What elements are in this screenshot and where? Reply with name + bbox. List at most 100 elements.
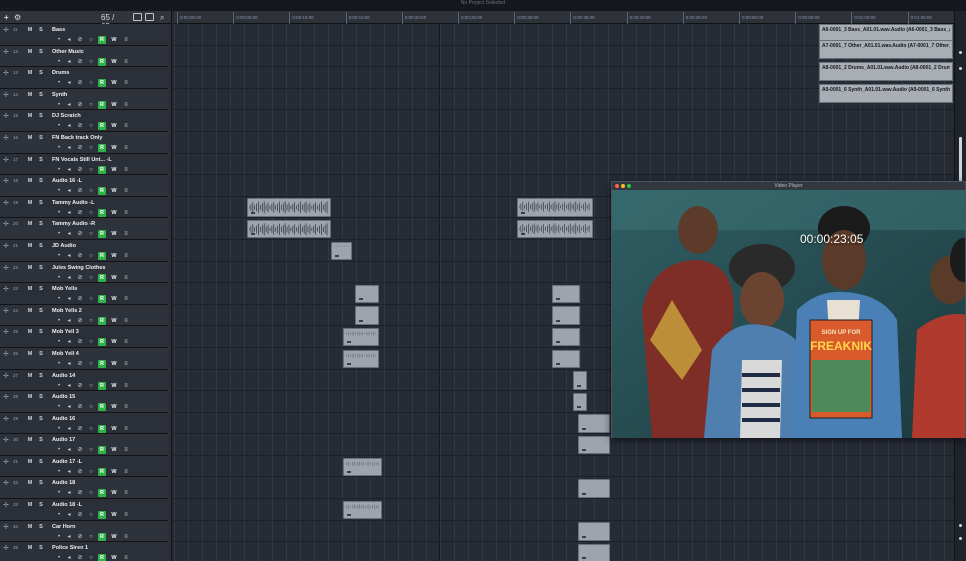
solo-button[interactable]: S — [37, 501, 45, 509]
write-automation-button[interactable]: W — [110, 187, 118, 195]
track-row[interactable]: ✛ 32 M S Audio 18 • ◂ ⊘ ○ R W ≡ — [0, 477, 168, 500]
audio-clip[interactable] — [552, 349, 580, 369]
clip-fade-handle[interactable] — [582, 449, 586, 452]
input-icon[interactable]: ○ — [87, 144, 95, 152]
read-automation-button[interactable]: R — [98, 489, 106, 498]
solo-button[interactable]: S — [37, 372, 45, 380]
input-icon[interactable]: ○ — [87, 36, 95, 44]
track-name[interactable]: Audio 17 — [52, 436, 162, 444]
track-type-icon[interactable]: ✛ — [3, 373, 13, 381]
phase-icon[interactable]: ⊘ — [76, 554, 84, 561]
track-type-icon[interactable]: ✛ — [3, 265, 13, 273]
input-icon[interactable]: ○ — [87, 187, 95, 195]
track-name[interactable]: Audio 16 -L — [52, 177, 162, 185]
track-type-icon[interactable]: ✛ — [3, 70, 13, 78]
write-automation-button[interactable]: W — [110, 274, 118, 282]
zoom-dot[interactable] — [959, 51, 962, 54]
track-type-icon[interactable]: ✛ — [3, 221, 13, 229]
phase-icon[interactable]: ⊘ — [76, 468, 84, 476]
mute-button[interactable]: M — [26, 328, 34, 336]
edit-channel-icon[interactable]: ≡ — [122, 36, 130, 44]
input-icon[interactable]: ○ — [87, 252, 95, 260]
phase-icon[interactable]: ⊘ — [76, 403, 84, 411]
write-automation-button[interactable]: W — [110, 144, 118, 152]
listen-icon[interactable]: ◂ — [65, 230, 73, 238]
monitor-icon[interactable]: • — [55, 166, 63, 174]
mute-button[interactable]: M — [26, 112, 34, 120]
listen-icon[interactable]: ◂ — [65, 58, 73, 66]
input-icon[interactable]: ○ — [87, 101, 95, 109]
solo-button[interactable]: S — [37, 436, 45, 444]
write-automation-button[interactable]: W — [110, 425, 118, 433]
write-automation-button[interactable]: W — [110, 382, 118, 390]
mute-button[interactable]: M — [26, 415, 34, 423]
edit-channel-icon[interactable]: ≡ — [122, 144, 130, 152]
monitor-icon[interactable]: • — [55, 317, 63, 325]
input-icon[interactable]: ○ — [87, 58, 95, 66]
track-type-icon[interactable]: ✛ — [3, 178, 13, 186]
phase-icon[interactable]: ⊘ — [76, 166, 84, 174]
search-icon[interactable]: ⌕ — [160, 13, 169, 22]
monitor-icon[interactable]: • — [55, 101, 63, 109]
solo-button[interactable]: S — [37, 156, 45, 164]
phase-icon[interactable]: ⊘ — [76, 230, 84, 238]
track-type-icon[interactable]: ✛ — [3, 459, 13, 467]
solo-button[interactable]: S — [37, 264, 45, 272]
clip-fade-handle[interactable] — [251, 233, 255, 236]
mute-button[interactable]: M — [26, 177, 34, 185]
monitor-icon[interactable]: • — [55, 554, 63, 561]
track-row[interactable]: ✛ 33 M S Audio 18 -L • ◂ ⊘ ○ R W ≡ — [0, 499, 168, 521]
edit-channel-icon[interactable]: ≡ — [122, 317, 130, 325]
phase-icon[interactable]: ⊘ — [76, 533, 84, 541]
track-name[interactable]: Tammy Audio -R — [52, 220, 162, 228]
audio-clip[interactable]: A9-0001_6 Synth_A01.01.wav.Audio (A9-000… — [819, 84, 953, 103]
edit-channel-icon[interactable]: ≡ — [122, 209, 130, 217]
edit-channel-icon[interactable]: ≡ — [122, 252, 130, 260]
add-track-button[interactable]: + — [4, 13, 13, 22]
track-name[interactable]: Synth — [52, 91, 162, 99]
monitor-icon[interactable]: • — [55, 230, 63, 238]
monitor-icon[interactable]: • — [55, 209, 63, 217]
phase-icon[interactable]: ⊘ — [76, 382, 84, 390]
track-row[interactable]: ✛ 17 M S FN Vocals Still Unt... -L • ◂ ⊘ ○ R W ≡ — [0, 153, 168, 176]
listen-icon[interactable]: ◂ — [65, 166, 73, 174]
track-type-icon[interactable]: ✛ — [3, 416, 13, 424]
track-presets-icon[interactable]: ⚙ — [14, 13, 24, 22]
write-automation-button[interactable]: W — [110, 230, 118, 238]
track-lane[interactable] — [174, 521, 954, 543]
audio-clip[interactable] — [517, 198, 593, 217]
edit-channel-icon[interactable]: ≡ — [122, 425, 130, 433]
monitor-icon[interactable]: • — [55, 511, 63, 519]
clip-fade-handle[interactable] — [335, 255, 339, 258]
solo-button[interactable]: S — [37, 350, 45, 358]
phase-icon[interactable]: ⊘ — [76, 295, 84, 303]
read-automation-button[interactable]: R — [98, 251, 106, 260]
edit-channel-icon[interactable]: ≡ — [122, 403, 130, 411]
clip-fade-handle[interactable] — [347, 471, 351, 474]
mute-button[interactable]: M — [26, 69, 34, 77]
track-name[interactable]: Mob Yells — [52, 285, 162, 293]
track-row[interactable]: ✛ 13 M S Drums • ◂ ⊘ ○ R W ≡ — [0, 67, 168, 89]
input-icon[interactable]: ○ — [87, 446, 95, 454]
edit-channel-icon[interactable]: ≡ — [122, 122, 130, 130]
monitor-icon[interactable]: • — [55, 338, 63, 346]
audio-clip[interactable] — [343, 457, 382, 477]
clip-fade-handle[interactable] — [556, 298, 560, 301]
listen-icon[interactable]: ◂ — [65, 468, 73, 476]
mute-button[interactable]: M — [26, 285, 34, 293]
read-automation-button[interactable]: R — [98, 381, 106, 390]
track-type-icon[interactable]: ✛ — [3, 308, 13, 316]
monitor-icon[interactable]: • — [55, 360, 63, 368]
track-row[interactable]: ✛ 25 M S Mob Yell 3 • ◂ ⊘ ○ R W ≡ — [0, 326, 168, 348]
solo-button[interactable]: S — [37, 199, 45, 207]
write-automation-button[interactable]: W — [110, 468, 118, 476]
input-icon[interactable]: ○ — [87, 122, 95, 130]
read-automation-button[interactable]: R — [98, 338, 106, 347]
read-automation-button[interactable]: R — [98, 187, 106, 196]
track-visibility-icon[interactable] — [133, 13, 142, 21]
clip-fade-handle[interactable] — [521, 211, 525, 214]
listen-icon[interactable]: ◂ — [65, 554, 73, 561]
phase-icon[interactable]: ⊘ — [76, 209, 84, 217]
phase-icon[interactable]: ⊘ — [76, 489, 84, 497]
solo-button[interactable]: S — [37, 544, 45, 552]
